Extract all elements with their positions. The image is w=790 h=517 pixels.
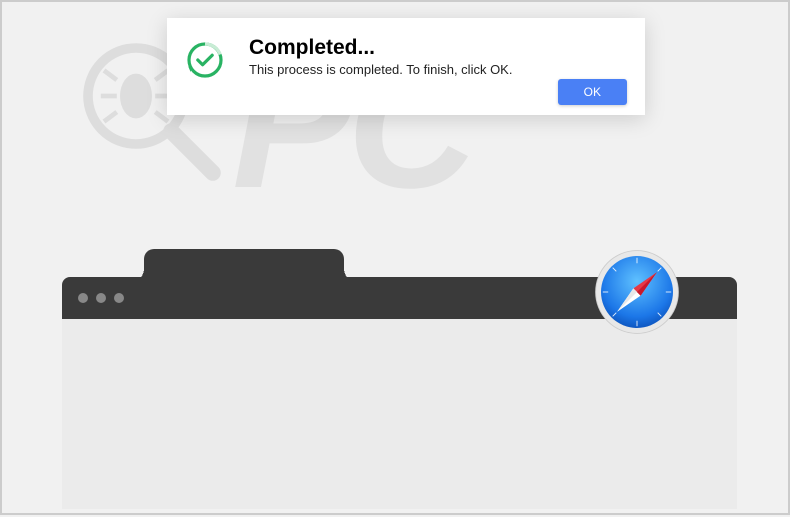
safari-browser-icon[interactable] <box>592 247 682 337</box>
dialog-button-row: OK <box>558 79 627 105</box>
browser-content-area <box>62 319 737 509</box>
dialog-content: Completed... This process is completed. … <box>249 36 627 77</box>
close-window-icon[interactable] <box>78 293 88 303</box>
window-controls <box>78 293 124 303</box>
browser-tab[interactable] <box>144 249 344 284</box>
dialog-message: This process is completed. To finish, cl… <box>249 62 627 77</box>
dialog-title: Completed... <box>249 36 627 60</box>
completed-dialog: Completed... This process is completed. … <box>167 18 645 115</box>
maximize-window-icon[interactable] <box>114 293 124 303</box>
ok-button[interactable]: OK <box>558 79 627 105</box>
minimize-window-icon[interactable] <box>96 293 106 303</box>
checkmark-circle-icon <box>185 40 225 85</box>
